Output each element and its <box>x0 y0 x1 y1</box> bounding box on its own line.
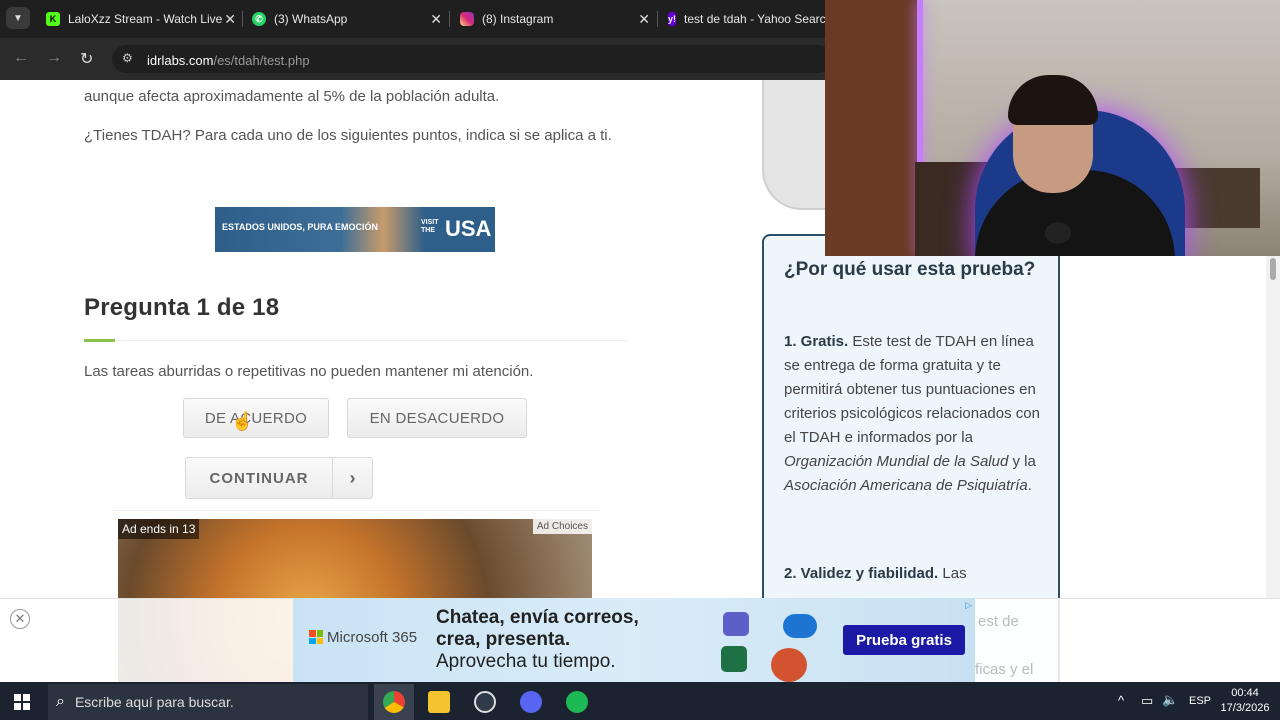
usa-ad-banner[interactable]: ESTADOS UNIDOS, PURA EMOCIÓN VISIT THE U… <box>215 207 495 252</box>
instructions-text: ¿Tienes TDAH? Para cada uno de los sigui… <box>84 127 612 144</box>
tab-title: (3) WhatsApp <box>274 12 348 26</box>
kick-icon: K <box>46 12 60 26</box>
tab-yahoo[interactable]: y! test de tdah - Yahoo Search <box>662 5 827 33</box>
tab-search-button[interactable]: ▼ <box>6 7 30 29</box>
address-bar[interactable]: ⚙ idrlabs.com/es/tdah/test.php <box>112 45 832 73</box>
site-settings-icon[interactable]: ⚙ <box>122 51 133 65</box>
scrollbar-thumb[interactable] <box>1270 258 1276 280</box>
disagree-label: EN DESACUERDO <box>369 409 505 427</box>
instagram-icon <box>460 12 474 26</box>
decorative-shape <box>762 80 826 210</box>
ad-line: Aprovecha tu tiempo. <box>436 651 616 672</box>
divider <box>112 510 600 511</box>
tab-divider <box>242 11 243 27</box>
tab-title: (8) Instagram <box>482 12 554 26</box>
network-icon[interactable]: ▭ <box>1141 693 1153 709</box>
continue-button[interactable]: CONTINUAR › <box>185 457 373 499</box>
ad-text: VISIT THE <box>421 219 439 234</box>
volume-icon[interactable]: 🔈 <box>1162 692 1178 708</box>
file-explorer-icon[interactable] <box>428 691 450 713</box>
tab-kick[interactable]: K LaloXzz Stream - Watch Live ✕ <box>40 5 240 33</box>
benefit-text: Las <box>942 565 967 582</box>
clock-time: 00:44 <box>1231 687 1259 699</box>
benefit-title: 2. Validez y fiabilidad. <box>784 565 939 582</box>
url-text: idrlabs.com/es/tdah/test.php <box>147 52 310 70</box>
outlook-icon <box>783 614 817 638</box>
whatsapp-icon: ✆ <box>252 12 266 26</box>
windows-start-icon[interactable] <box>14 694 30 710</box>
url-host: idrlabs.com <box>147 53 214 68</box>
tab-title: test de tdah - Yahoo Search <box>684 12 827 26</box>
free-trial-button[interactable]: Prueba gratis <box>843 625 965 655</box>
powerpoint-icon <box>771 648 807 682</box>
obscured-text: est de <box>978 613 1019 630</box>
tab-divider <box>657 11 658 27</box>
benefit-free: 1. Gratis. Este test de TDAH en línea se… <box>784 330 1046 498</box>
clock-date: 17/3/2026 <box>1220 702 1270 714</box>
question-text: Las tareas aburridas o repetitivas no pu… <box>84 363 534 380</box>
ad-info-icon[interactable]: ▷ <box>965 600 972 611</box>
tab-whatsapp[interactable]: ✆ (3) WhatsApp ✕ <box>246 5 446 33</box>
search-placeholder: Escribe aquí para buscar. <box>74 694 234 710</box>
tab-instagram[interactable]: (8) Instagram ✕ <box>454 5 654 33</box>
period: . <box>1027 477 1032 494</box>
card-title: ¿Por qué usar esta prueba? <box>784 259 1036 280</box>
language-indicator[interactable]: ESP <box>1189 695 1211 707</box>
webcam-overlay <box>825 0 1280 256</box>
teams-icon <box>723 612 749 636</box>
close-icon[interactable]: ✕ <box>224 11 236 28</box>
search-icon: ⌕ <box>56 693 65 710</box>
chevron-up-icon[interactable]: ^ <box>1118 693 1124 708</box>
ad-copy: Chatea, envía correos, crea, presenta. A… <box>436 607 639 673</box>
excel-icon <box>721 646 747 672</box>
back-icon[interactable]: ← <box>13 49 29 67</box>
intro-text: aunque afecta aproximadamente al 5% de l… <box>84 88 500 105</box>
connector-text: y la <box>1012 453 1036 470</box>
ad-timer: Ad ends in 13 <box>118 519 200 539</box>
yahoo-icon: y! <box>668 12 677 26</box>
ad-line: Chatea, envía correos, <box>436 607 639 628</box>
microphone <box>1045 222 1071 244</box>
obscured-text: ficas y el <box>975 661 1034 678</box>
microsoft-365-ad[interactable]: Microsoft 365 Chatea, envía correos, cre… <box>293 598 975 682</box>
reload-icon[interactable]: ↻ <box>80 49 93 69</box>
obs-icon[interactable] <box>474 691 496 713</box>
progress-accent <box>84 339 115 342</box>
question-heading: Pregunta 1 de 18 <box>84 294 280 321</box>
agree-label: DE ACUERDO <box>204 409 308 427</box>
microsoft-logo-icon <box>309 630 323 644</box>
ad-brand: Microsoft 365 <box>327 629 418 646</box>
benefit-validity: 2. Validez y fiabilidad. Las <box>784 562 1046 586</box>
agree-button[interactable]: DE ACUERDO <box>183 398 329 438</box>
ad-text: ESTADOS UNIDOS, PURA EMOCIÓN <box>222 222 379 232</box>
clock[interactable]: 00:44 17/3/2026 <box>1220 686 1270 716</box>
ad-brand: USA <box>445 216 492 241</box>
forward-icon[interactable]: → <box>46 49 62 67</box>
tab-title: LaloXzz Stream - Watch Live <box>68 12 223 26</box>
chrome-icon[interactable] <box>383 691 405 713</box>
benefit-title: 1. Gratis. <box>784 333 849 350</box>
taskbar-search[interactable]: ⌕ Escribe aquí para buscar. <box>48 684 368 720</box>
discord-icon[interactable] <box>520 691 542 713</box>
hand-cursor-icon: ☝ <box>231 411 254 431</box>
org-name: Asociación Americana de Psiquiatría <box>784 477 1028 494</box>
chevron-right-icon: › <box>332 458 372 498</box>
close-icon[interactable]: ✕ <box>430 11 442 28</box>
ad-line: crea, presenta. <box>436 629 571 650</box>
disagree-button[interactable]: EN DESACUERDO <box>347 398 527 438</box>
org-name: Organización Mundial de la Salud <box>784 453 1009 470</box>
person-hair <box>1008 75 1098 125</box>
close-icon[interactable]: ✕ <box>638 11 650 28</box>
tab-divider <box>449 11 450 27</box>
chevron-down-icon: ▼ <box>13 12 23 24</box>
divider <box>84 340 628 341</box>
continue-label: CONTINUAR <box>209 469 309 487</box>
close-icon[interactable]: ✕ <box>10 609 30 629</box>
door <box>825 0 920 256</box>
ad-choices-link[interactable]: Ad Choices <box>532 519 592 534</box>
spotify-icon[interactable] <box>566 691 588 713</box>
url-path: /es/tdah/test.php <box>213 53 310 68</box>
